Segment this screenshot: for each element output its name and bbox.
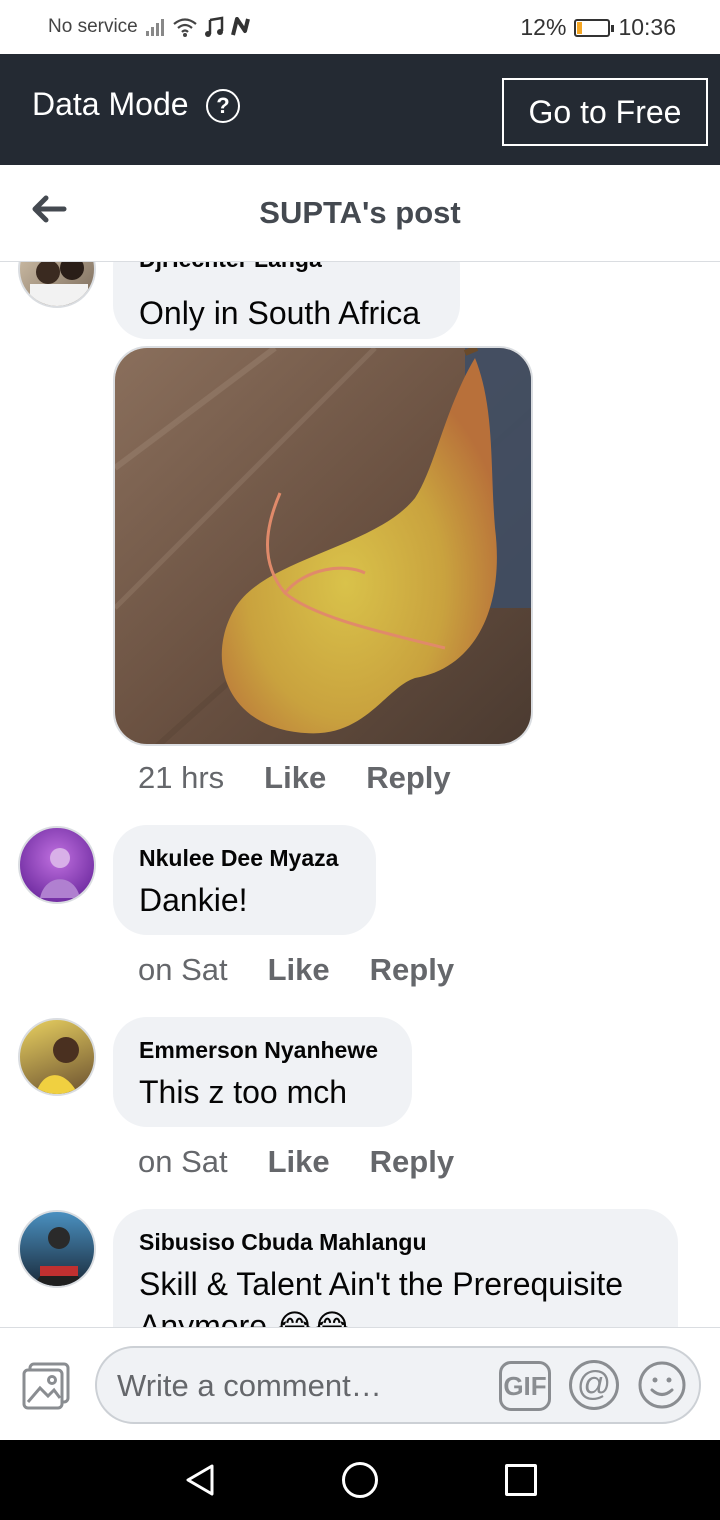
comment-author[interactable]: Emmerson Nyanhewe <box>139 1037 386 1064</box>
battery-icon <box>574 18 615 37</box>
reply-button[interactable]: Reply <box>370 1144 454 1180</box>
avatar[interactable] <box>18 1210 96 1288</box>
comment-text: Only in South Africa <box>139 295 421 331</box>
status-bar: No service 12% 10:36 <box>0 0 720 54</box>
comment-time: on Sat <box>138 952 228 987</box>
avatar-image <box>35 1227 83 1286</box>
comment-text: Dankie! <box>139 882 248 918</box>
signal-icon <box>145 19 164 36</box>
emoji-icon[interactable] <box>637 1360 687 1410</box>
nav-home-icon[interactable] <box>342 1462 378 1498</box>
avatar-image <box>40 848 80 898</box>
reply-button[interactable]: Reply <box>370 952 454 988</box>
data-mode-label: Data Mode <box>32 86 189 122</box>
like-button[interactable]: Like <box>268 952 330 988</box>
comment-bubble: DjHechter Langa Only in South Africa <box>113 262 460 339</box>
avatar-image <box>30 262 88 306</box>
comment-text: This z too mch <box>139 1074 348 1110</box>
comment-meta: on Sat Like Reply <box>138 1144 454 1180</box>
reply-button[interactable]: Reply <box>366 760 450 796</box>
nav-back-icon[interactable] <box>180 1460 220 1500</box>
music-icon <box>204 16 223 37</box>
data-mode-bar: Data Mode ? Go to Free <box>0 54 720 165</box>
post-header: SUPTA's post <box>0 165 720 262</box>
avatar[interactable] <box>18 826 96 904</box>
nav-recents-icon[interactable] <box>505 1464 537 1496</box>
system-nav-bar <box>0 1440 720 1520</box>
comment-text-continued: Anymore 😂😂 <box>139 1308 351 1327</box>
like-button[interactable]: Like <box>268 1144 330 1180</box>
comment-photo[interactable] <box>113 346 533 746</box>
comment-composer: Write a comment… GIF @ <box>0 1327 720 1440</box>
pear-photo <box>115 348 531 744</box>
carrier-label: No service <box>48 16 138 37</box>
comment-bubble: Sibusiso Cbuda Mahlangu Skill & Talent A… <box>113 1209 678 1327</box>
comment-author[interactable]: Nkulee Dee Myaza <box>139 845 350 872</box>
like-button[interactable]: Like <box>264 760 326 796</box>
comment-text: Skill & Talent Ain't the Prerequisite <box>139 1266 623 1302</box>
comment-meta: on Sat Like Reply <box>138 952 454 988</box>
page-title: SUPTA's post <box>259 195 461 230</box>
battery-percent: 12% <box>520 14 567 40</box>
photo-icon[interactable] <box>20 1360 72 1412</box>
comment-author[interactable]: DjHechter Langa <box>139 262 434 273</box>
comment-list: DjHechter Langa Only in South Africa <box>0 262 720 1327</box>
mention-icon[interactable]: @ <box>569 1360 619 1410</box>
comment-time: 21 hrs <box>138 760 225 795</box>
gif-icon[interactable]: GIF <box>499 1361 551 1411</box>
comment-placeholder: Write a comment… <box>117 1368 382 1403</box>
comment-bubble: Emmerson Nyanhewe This z too mch <box>113 1017 412 1127</box>
comment-meta: 21 hrs Like Reply <box>138 760 451 796</box>
comment-time: on Sat <box>138 1144 228 1179</box>
n-logo-icon <box>230 17 250 36</box>
battery-fill <box>577 21 583 34</box>
avatar[interactable] <box>18 1018 96 1096</box>
help-icon[interactable]: ? <box>206 89 240 123</box>
comment-bubble: Nkulee Dee Myaza Dankie! <box>113 825 376 935</box>
go-to-free-button[interactable]: Go to Free <box>502 78 708 146</box>
avatar-image <box>36 1037 79 1094</box>
comment-author[interactable]: Sibusiso Cbuda Mahlangu <box>139 1229 652 1256</box>
wifi-icon <box>173 18 197 37</box>
clock: 10:36 <box>618 14 676 40</box>
comment-input[interactable]: Write a comment… GIF @ <box>95 1346 701 1424</box>
avatar[interactable] <box>18 262 96 308</box>
